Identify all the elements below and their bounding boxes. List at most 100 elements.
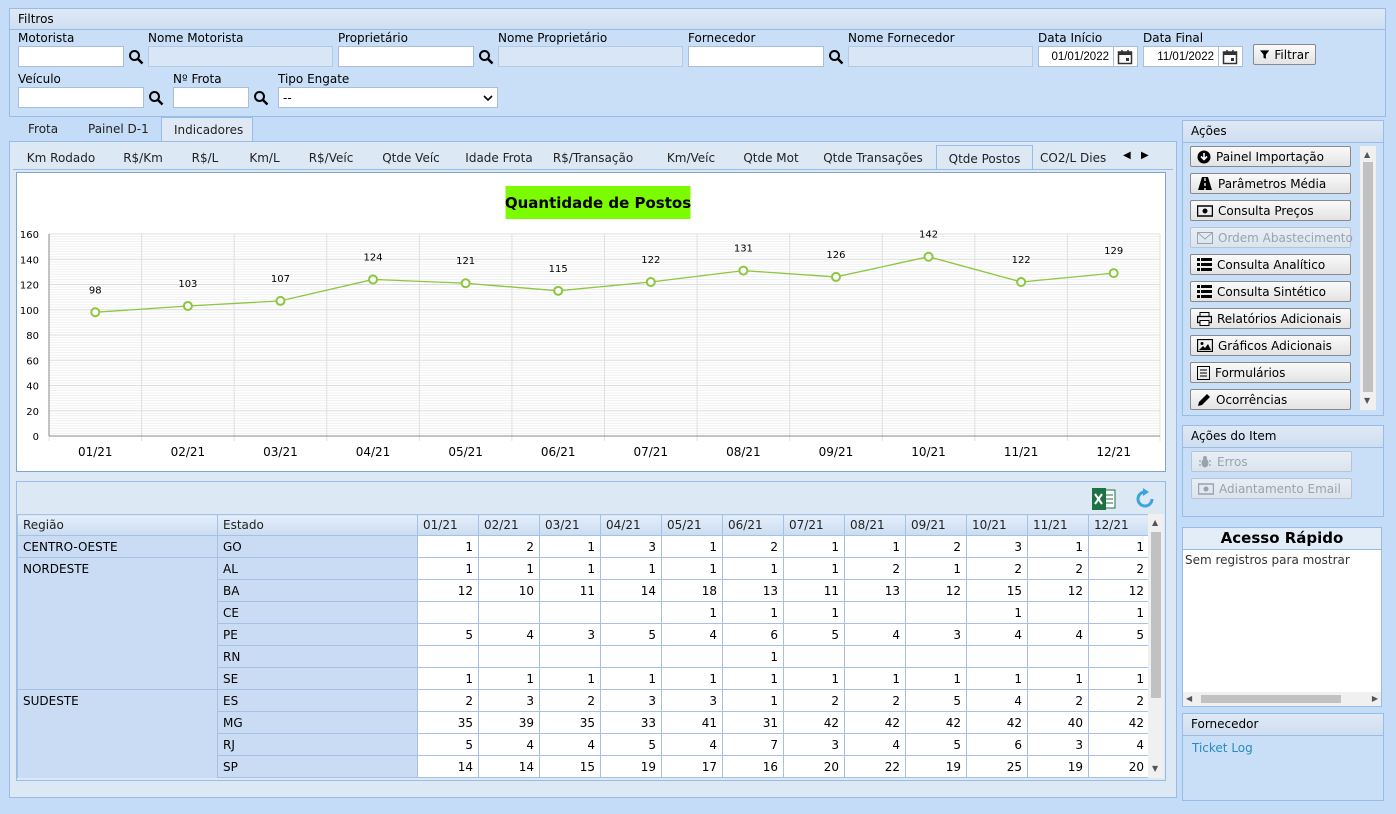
table-row[interactable]: CENTRO-OESTE GO 1 2 1 3 1 2 1 1 2 3 1 1: [17, 535, 1148, 558]
cell-estado: SP: [217, 755, 418, 778]
y-tick-label: 160: [20, 230, 39, 241]
acao-button-consulta-analitico[interactable]: Consulta Analítico: [1190, 254, 1351, 275]
acesso-rapido-hscroll[interactable]: ◀ ▶: [1183, 692, 1381, 706]
erros-button[interactable]: Erros: [1191, 451, 1352, 472]
column-header-month[interactable]: 04/21: [600, 514, 662, 536]
road-icon: [1197, 177, 1213, 190]
search-icon[interactable]: [478, 49, 494, 65]
table-row[interactable]: PE 5 4 3 5 4 6 5 4 3 4 4 5: [17, 623, 1148, 646]
cell-value: [661, 645, 723, 668]
data-inicio-input[interactable]: [1038, 46, 1114, 67]
column-header-month[interactable]: 02/21: [478, 514, 540, 536]
fornecedor-input[interactable]: [688, 46, 824, 67]
table-row[interactable]: SP 14 14 15 19 17 16 20 22 19 25 19 20: [17, 755, 1148, 778]
tab-qtde-veic[interactable]: Qtde Veíc: [372, 145, 450, 169]
cell-value: [905, 645, 967, 668]
acao-button-graficos-adicionais[interactable]: Gráficos Adicionais: [1190, 335, 1351, 356]
tab-qtde-transacoes[interactable]: Qtde Transações: [818, 145, 928, 169]
table-row[interactable]: NORDESTE AL 1 1 1 1 1 1 1 2 1 2 2 2: [17, 557, 1148, 580]
tab-scroll-right-icon[interactable]: ▶: [1141, 150, 1153, 164]
search-icon[interactable]: [253, 90, 269, 106]
column-header-month[interactable]: 09/21: [905, 514, 967, 536]
cell-value: [417, 601, 479, 624]
data-final-input[interactable]: [1143, 46, 1219, 67]
excel-export-icon[interactable]: [1091, 487, 1117, 511]
cell-value: 1: [1088, 535, 1148, 558]
line-chart: 0 20 40 60 80 100 120 140 160 Quantidade de Posto…: [20, 186, 1161, 459]
tab-painel-d1[interactable]: Painel D-1: [76, 117, 161, 141]
tab-scroll-left-icon[interactable]: ◀: [1123, 150, 1135, 164]
search-icon[interactable]: [828, 49, 844, 65]
adiantamento-email-button[interactable]: Adiantamento Email: [1191, 478, 1352, 499]
column-header-month[interactable]: 06/21: [722, 514, 784, 536]
search-icon[interactable]: [128, 49, 144, 65]
acao-button-relatorios-adicionais[interactable]: Relatórios Adicionais: [1190, 308, 1351, 329]
tab-km-l[interactable]: Km/L: [236, 145, 293, 169]
tab-qtde-postos[interactable]: Qtde Postos: [936, 145, 1033, 169]
tab-frota[interactable]: Frota: [16, 117, 70, 141]
cell-regiao: NORDESTE: [17, 557, 218, 580]
acao-button-parametros-media[interactable]: Parâmetros Média: [1190, 173, 1351, 194]
column-header-month[interactable]: 07/21: [783, 514, 845, 536]
cell-value: 4: [478, 623, 540, 646]
search-icon[interactable]: [148, 90, 164, 106]
refresh-icon[interactable]: [1133, 487, 1157, 511]
cell-value: 2: [966, 557, 1028, 580]
motorista-input[interactable]: [18, 46, 124, 67]
tab-rs-transacao[interactable]: R$/Transação: [547, 145, 639, 169]
cell-value: 14: [600, 579, 662, 602]
column-header-month[interactable]: 03/21: [539, 514, 601, 536]
table-row[interactable]: CE 1 1 1 1 1: [17, 601, 1148, 624]
tab-km-veic[interactable]: Km/Veíc: [657, 145, 725, 169]
data-label: 115: [549, 264, 568, 275]
data-point: [830, 271, 841, 282]
acao-button-painel-importacao[interactable]: Painel Importação: [1190, 146, 1351, 167]
main-tabs: Frota Painel D-1 Indicadores: [9, 117, 1177, 141]
tab-qtde-mot[interactable]: Qtde Mot: [736, 145, 806, 169]
veiculo-input[interactable]: [18, 87, 144, 108]
acoes-scrollbar[interactable]: ▲ ▼: [1360, 146, 1376, 410]
column-header-month[interactable]: 05/21: [661, 514, 723, 536]
tipo-engate-select[interactable]: --: [278, 87, 498, 108]
column-header-month[interactable]: 12/21: [1088, 514, 1148, 536]
tab-rs-veic[interactable]: R$/Veíc: [297, 145, 365, 169]
tab-co2-l-dies[interactable]: CO2/L Dies: [1040, 145, 1120, 169]
frota-input[interactable]: [173, 87, 249, 108]
acao-button-consulta-sintetico[interactable]: Consulta Sintético: [1190, 281, 1351, 302]
cell-value: 1: [844, 667, 906, 690]
column-header-month[interactable]: 11/21: [1027, 514, 1089, 536]
calendar-button[interactable]: [1114, 46, 1138, 67]
table-row[interactable]: RN 1: [17, 645, 1148, 668]
pencil-icon: [1197, 393, 1211, 407]
column-header-month[interactable]: 01/21: [417, 514, 479, 536]
cell-value: 19: [600, 755, 662, 778]
cell-value: 2: [417, 689, 479, 712]
form-icon: [1197, 365, 1210, 380]
table-row[interactable]: RJ 5 4 4 5 4 7 3 4 5 6 3 4: [17, 733, 1148, 756]
column-header-estado[interactable]: Estado: [217, 514, 418, 536]
column-header-month[interactable]: 08/21: [844, 514, 906, 536]
table-row[interactable]: BA 12 10 11 14 18 13 11 13 12 15 12 12: [17, 579, 1148, 602]
table-row[interactable]: SE 1 1 1 1 1 1 1 1 1 1 1 1: [17, 667, 1148, 690]
adiantamento-email-label: Adiantamento Email: [1219, 481, 1341, 496]
tab-km-rodado[interactable]: Km Rodado: [17, 145, 105, 169]
table-row[interactable]: SUDESTE ES 2 3 2 3 3 1 2 2 5 4 2 2: [17, 689, 1148, 712]
column-header-regiao[interactable]: Região: [17, 514, 218, 536]
acao-button-consulta-precos[interactable]: Consulta Preços: [1190, 200, 1351, 221]
column-header-month[interactable]: 10/21: [966, 514, 1028, 536]
proprietario-input[interactable]: [338, 46, 474, 67]
table-row[interactable]: MG 35 39 35 33 41 31 42 42 42 42 40 42: [17, 711, 1148, 734]
data-point: [90, 307, 101, 318]
tab-rs-km[interactable]: R$/Km: [110, 145, 176, 169]
tab-idade-frota[interactable]: Idade Frota: [457, 145, 541, 169]
tab-rs-l[interactable]: R$/L: [180, 145, 230, 169]
tab-indicadores[interactable]: Indicadores: [161, 117, 253, 141]
calendar-button[interactable]: [1219, 46, 1243, 67]
acao-button-ocorrencias[interactable]: Ocorrências: [1190, 389, 1351, 410]
cell-regiao: [17, 601, 218, 624]
ticket-log-link[interactable]: Ticket Log: [1192, 741, 1253, 755]
acao-button-ordem-abastecimento[interactable]: Ordem Abastecimento: [1190, 227, 1353, 248]
filtrar-button[interactable]: Filtrar: [1253, 44, 1316, 65]
grid-scrollbar[interactable]: ▲ ▼: [1148, 514, 1164, 778]
acao-button-formularios[interactable]: Formulários: [1190, 362, 1351, 383]
